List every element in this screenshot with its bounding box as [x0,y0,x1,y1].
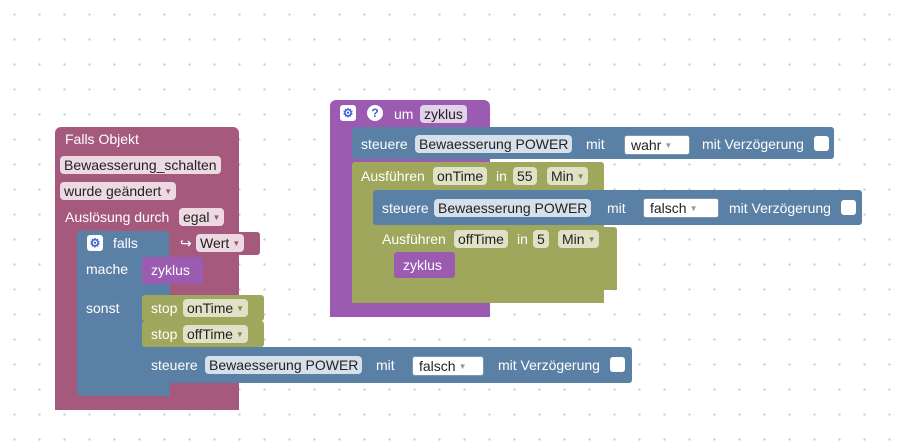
control-bottom-target[interactable]: Bewaesserung POWER [205,356,363,374]
timeout1-var-field[interactable]: onTime [433,167,488,185]
value-label: Wert [200,235,230,251]
call-zyklus-label: zyklus [151,262,190,278]
control1-delay-label: mit Verzögerung [702,136,804,152]
timeout2-in-label: in [517,231,528,247]
delay-checkbox[interactable] [610,357,625,372]
function-name-field[interactable]: zyklus [420,105,467,123]
chevron-down-icon: ▼ [212,213,221,223]
gear-icon[interactable]: ⚙ [87,235,103,251]
chevron-down-icon: ▼ [164,187,173,197]
control1-with: mit [586,136,605,152]
control2-with: mit [607,200,626,216]
chevron-down-icon: ▼ [576,172,585,182]
if-label: falls [113,235,138,251]
control-bottom-label: steuere [151,357,198,373]
control1-value-dropdown[interactable]: wahr ▼ [624,135,690,155]
chevron-down-icon: ▼ [232,239,241,249]
timeout2-unit-dropdown[interactable]: Min ▼ [558,230,600,248]
control2-delay-label: mit Verzögerung [729,200,831,216]
timeout1-unit-dropdown[interactable]: Min ▼ [547,167,589,185]
trigger-title: Falls Objekt [65,131,139,147]
stop-offtime-dropdown[interactable]: offTime ▼ [183,325,248,343]
stop-ontime-value: onTime [187,300,234,316]
trigger-by-value: egal [183,209,210,225]
timeout1-amount-field[interactable]: 55 [513,167,537,185]
timeout2-amount-field[interactable]: 5 [533,230,549,248]
function-um-label: um [394,106,414,122]
timeout2-var-field[interactable]: offTime [454,230,508,248]
chevron-down-icon: ▼ [587,235,596,245]
control2-label: steuere [382,200,429,216]
help-icon[interactable]: ? [367,105,383,121]
control-bottom-value: falsch [419,358,456,374]
function-block-footer [330,305,490,317]
delay-checkbox[interactable] [814,136,829,151]
stop-offtime-value: offTime [187,326,233,342]
control2-target[interactable]: Bewaesserung POWER [434,199,592,217]
timeout1-unit: Min [551,168,574,184]
control1-value: wahr [631,137,662,153]
delay-checkbox[interactable] [841,200,856,215]
control2-value: falsch [650,200,687,216]
return-arrow-icon: ↪ [180,235,192,251]
chevron-down-icon: ▼ [236,304,245,314]
gear-icon[interactable]: ⚙ [340,105,356,121]
trigger-by-label: Auslösung durch [65,209,170,225]
timeout-block-1-footer [352,292,604,303]
trigger-block-footer [55,399,239,410]
value-dropdown[interactable]: Wert ▼ [196,234,245,252]
chevron-down-icon: ▼ [235,330,244,340]
control-bottom-with: mit [376,357,395,373]
timeout2-unit: Min [562,231,585,247]
chevron-down-icon: ▼ [664,141,673,151]
stop-ontime-label: stop [151,300,178,316]
trigger-type-dropdown[interactable]: wurde geändert ▼ [60,182,177,200]
timeout1-label: Ausführen [361,168,425,184]
timeout1-in-label: in [496,168,507,184]
timeout-block-2-footer [373,280,617,290]
stop-ontime-dropdown[interactable]: onTime ▼ [183,299,249,317]
timeout2-label: Ausführen [382,231,446,247]
inner-call-zyklus-label: zyklus [403,257,442,273]
chevron-down-icon: ▼ [458,362,467,372]
control1-target[interactable]: Bewaesserung POWER [415,135,573,153]
control-bottom-value-dropdown[interactable]: falsch ▼ [412,356,484,376]
control2-value-dropdown[interactable]: falsch ▼ [643,198,719,218]
do-label: mache [86,261,129,277]
trigger-by-dropdown[interactable]: egal ▼ [179,208,225,226]
object-name-field[interactable]: Bewaesserung_schalten [60,156,221,174]
stop-offtime-label: stop [151,326,178,342]
control1-label: steuere [361,136,408,152]
trigger-type-value: wurde geändert [64,183,162,199]
chevron-down-icon: ▼ [689,204,698,214]
control-bottom-delay-label: mit Verzögerung [498,357,600,373]
else-label: sonst [86,300,120,316]
